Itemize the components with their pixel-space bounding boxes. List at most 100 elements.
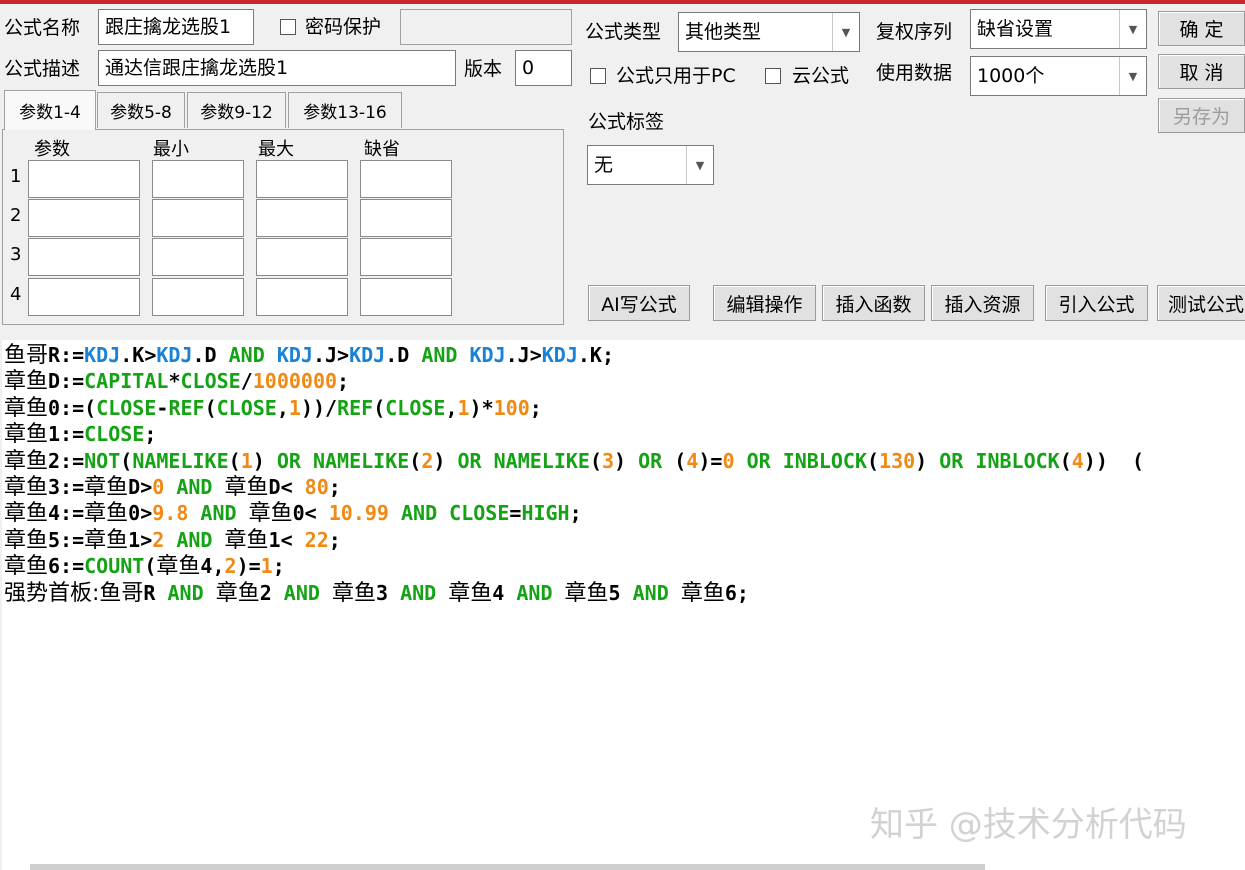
code-token: AND [632, 580, 669, 605]
import-formula-button[interactable]: 引入公式 [1045, 285, 1148, 321]
code-token: NOT [84, 448, 121, 473]
param-row-number: 3 [10, 244, 22, 265]
password-checkbox[interactable] [280, 19, 296, 35]
param-cell-input[interactable] [360, 199, 452, 237]
param-cell-input[interactable] [152, 278, 244, 316]
save-as-button[interactable]: 另存为 [1158, 98, 1245, 133]
code-token: 0 [152, 475, 165, 499]
cancel-button[interactable]: 取 消 [1158, 54, 1245, 89]
param-cell-input[interactable] [152, 199, 244, 237]
cloud-label: 云公式 [792, 65, 850, 87]
param-cell-input[interactable] [256, 160, 348, 198]
title-bar-strip [0, 0, 1245, 4]
code-token: 章鱼 [84, 475, 129, 500]
code-token: .K; [577, 343, 614, 367]
code-token: ; [328, 527, 341, 552]
code-line: 章鱼2:=NOT(NAMELIKE(1) OR NAMELIKE(2) OR N… [4, 448, 1144, 474]
param-cell-input[interactable] [28, 238, 140, 276]
code-editor[interactable]: 鱼哥R:=KDJ.K>KDJ.D AND KDJ.J>KDJ.D AND KDJ… [2, 340, 1245, 870]
name-input[interactable]: 跟庄擒龙选股1 [98, 9, 254, 45]
ai-formula-button[interactable]: AI写公式 [588, 285, 690, 321]
code-token: COUNT [84, 554, 145, 579]
horizontal-scrollbar[interactable] [30, 864, 985, 870]
insert-function-button[interactable]: 插入函数 [822, 285, 925, 321]
code-token: AND [167, 580, 204, 605]
code-token: 4 [686, 448, 699, 473]
code-token: 章鱼 [564, 580, 609, 606]
usedata-select[interactable]: 1000个 ▼ [970, 56, 1147, 96]
code-token: ( [144, 554, 157, 579]
code-token: 4:= [48, 501, 85, 526]
tab-params-1-4[interactable]: 参数1-4 [4, 90, 96, 130]
code-token: 80 [304, 475, 329, 499]
password-input[interactable] [400, 9, 572, 45]
code-token: 6:= [48, 554, 85, 579]
insert-resource-button[interactable]: 插入资源 [931, 285, 1034, 321]
desc-input[interactable]: 通达信跟庄擒龙选股1 [98, 50, 456, 86]
code-token: AND [400, 580, 437, 605]
param-cell-input[interactable] [152, 160, 244, 198]
code-token: KDJ [156, 343, 193, 367]
cloud-checkbox[interactable] [765, 68, 781, 84]
code-token: 1> [128, 527, 153, 552]
code-token: REF [337, 395, 374, 420]
test-formula-button[interactable]: 测试公式 [1157, 285, 1245, 321]
code-token: 章鱼 [448, 580, 493, 606]
param-cell-input[interactable] [360, 238, 452, 276]
param-header-default: 缺省 [364, 139, 400, 160]
code-token: CLOSE [449, 501, 510, 526]
param-cell-input[interactable] [28, 199, 140, 237]
type-select[interactable]: 其他类型 ▼ [678, 12, 860, 52]
rights-select[interactable]: 缺省设置 ▼ [970, 9, 1147, 49]
code-token: 3:= [48, 475, 85, 499]
code-token: 章鱼 [224, 475, 269, 500]
code-token: ; [272, 554, 285, 579]
code-token: 2 [224, 554, 237, 579]
code-token: HIGH [521, 501, 570, 526]
code-token: 1:= [48, 422, 85, 447]
code-token: 章鱼 [4, 554, 49, 580]
code-token: 2 [152, 527, 165, 552]
code-token: )* [469, 395, 494, 420]
code-token: 章鱼 [4, 369, 49, 395]
pc-only-label: 公式只用于PC [616, 65, 736, 87]
code-token: .D [192, 343, 229, 367]
code-token: 5:= [48, 527, 85, 552]
param-cell-input[interactable] [360, 278, 452, 316]
code-token: CLOSE [385, 395, 446, 420]
edit-operation-button[interactable]: 编辑操作 [713, 285, 816, 321]
version-input[interactable]: 0 [515, 50, 572, 86]
param-cell-input[interactable] [256, 278, 348, 316]
code-token: , [276, 395, 289, 420]
code-token: 3 [375, 580, 401, 605]
param-cell-input[interactable] [256, 199, 348, 237]
code-token: KDJ [469, 343, 506, 367]
ok-button[interactable]: 确 定 [1158, 11, 1245, 46]
code-token: 0 [722, 448, 735, 473]
param-cell-input[interactable] [28, 278, 140, 316]
code-token: 4, [200, 554, 225, 579]
param-cell-input[interactable] [360, 160, 452, 198]
tab-params-5-8[interactable]: 参数5-8 [97, 92, 185, 128]
pc-only-checkbox[interactable] [590, 68, 606, 84]
tab-params-13-16[interactable]: 参数13-16 [288, 92, 402, 128]
tag-select[interactable]: 无 ▼ [587, 145, 714, 185]
code-token: 章鱼 [680, 580, 725, 606]
param-cell-input[interactable] [28, 160, 140, 198]
code-token: OR [457, 448, 482, 473]
code-token: CLOSE [96, 395, 157, 420]
code-token: AND [516, 580, 553, 605]
code-token: D:= [48, 369, 85, 394]
param-cell-input[interactable] [256, 238, 348, 276]
code-token: ( [120, 448, 133, 473]
param-cell-input[interactable] [152, 238, 244, 276]
type-select-value: 其他类型 [685, 21, 762, 43]
code-token: 2 [421, 448, 434, 473]
tab-params-9-12[interactable]: 参数9-12 [187, 92, 286, 128]
